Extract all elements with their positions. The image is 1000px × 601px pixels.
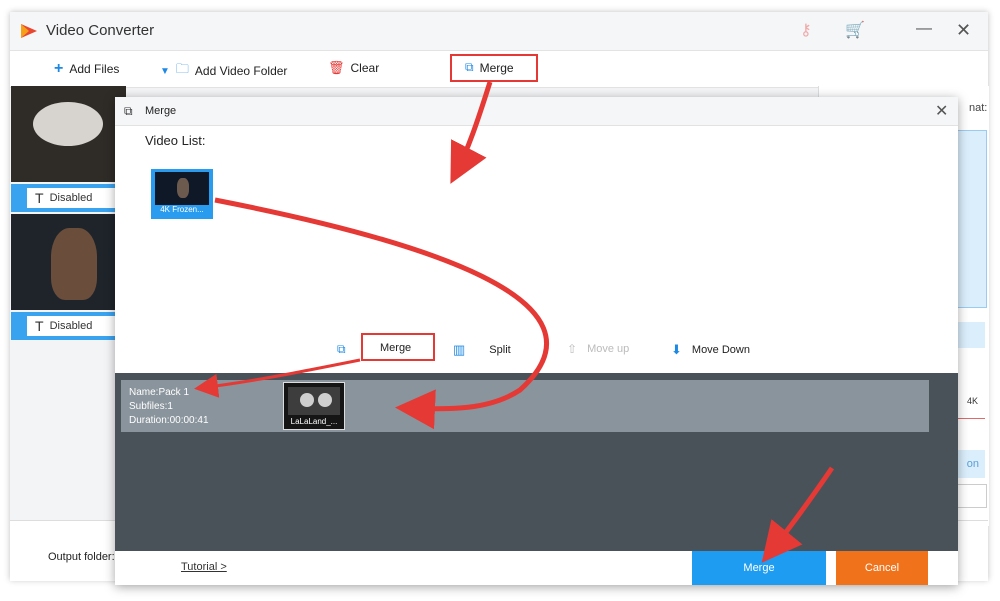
- move-up-button[interactable]: ⇧ Move up: [567, 342, 629, 356]
- dialog-title-bar: ⧉ Merge ✕: [115, 97, 958, 126]
- add-video-folder-button[interactable]: ▼ 🗀 Add Video Folder: [160, 60, 287, 82]
- trash-icon: 🗑: [328, 60, 345, 75]
- merge-icon: ⧉: [124, 104, 133, 118]
- video-thumbnail[interactable]: [11, 86, 126, 182]
- add-files-label: Add Files: [69, 62, 120, 76]
- panel-button-label: on: [966, 458, 979, 470]
- plus-icon: +: [54, 60, 64, 77]
- pack-video-thumbnail[interactable]: LaLaLand_...: [283, 382, 345, 430]
- dialog-footer: Tutorial > Merge Cancel: [115, 551, 958, 585]
- text-icon: T: [35, 318, 44, 334]
- close-window-button[interactable]: ✕: [956, 20, 971, 41]
- subtitle-bar: T Disabled: [11, 184, 126, 212]
- thumbnail-image: [288, 387, 340, 415]
- dialog-title: Merge: [145, 105, 177, 117]
- title-bar: Video Converter ⚷ 🛒 — ✕: [10, 12, 988, 50]
- thumbnail-detail: [318, 393, 332, 407]
- chevron-down-icon: ▼: [160, 65, 170, 77]
- subtitle-label: Disabled: [49, 192, 93, 204]
- resolution-label: 4K: [967, 396, 979, 406]
- clear-button[interactable]: 🗑 Clear: [328, 60, 379, 76]
- cart-icon[interactable]: 🛒: [845, 20, 865, 40]
- move-down-icon: ⬇: [671, 342, 682, 357]
- close-icon[interactable]: ✕: [935, 101, 948, 121]
- move-up-icon: ⇧: [567, 342, 578, 356]
- split-label: Split: [489, 344, 511, 356]
- move-up-label: Move up: [587, 343, 630, 355]
- thumbnail-image: [51, 228, 97, 300]
- pack-video-name: LaLaLand_...: [290, 417, 338, 426]
- merge-pack-area: Name:Pack 1 Subfiles:1 Duration:00:00:41…: [115, 373, 958, 551]
- split-button[interactable]: ▥ Split: [453, 342, 511, 358]
- merge-icon[interactable]: ⧉: [337, 342, 346, 357]
- output-folder-label: Output folder:: [48, 551, 115, 563]
- add-video-folder-label: Add Video Folder: [194, 64, 288, 78]
- video-item-thumbnail: [155, 172, 209, 205]
- logo-icon: [21, 24, 37, 38]
- video-list-item[interactable]: 4K Frozen...: [151, 169, 213, 219]
- merge-dialog: ⧉ Merge ✕ Video List: 4K Frozen... ⧉ Mer…: [115, 97, 958, 585]
- pack-subfiles: Subfiles:1: [129, 401, 173, 412]
- pack-name: Name:Pack 1: [129, 387, 190, 398]
- move-down-label: Move Down: [691, 344, 750, 356]
- pack-info: Name:Pack 1 Subfiles:1 Duration:00:00:41: [129, 386, 209, 428]
- merge-pack-row[interactable]: Name:Pack 1 Subfiles:1 Duration:00:00:41…: [121, 380, 929, 432]
- tutorial-link[interactable]: Tutorial >: [181, 561, 227, 573]
- merge-control-highlight: [361, 333, 435, 361]
- thumbnail-image: [177, 178, 189, 198]
- subtitle-label: Disabled: [49, 320, 93, 332]
- thumbnail-image: [33, 102, 103, 146]
- merge-button[interactable]: Merge: [692, 551, 826, 585]
- text-icon: T: [35, 190, 44, 206]
- app-title: Video Converter: [46, 22, 155, 39]
- video-thumbnail[interactable]: [11, 214, 126, 310]
- minimize-button[interactable]: —: [916, 20, 932, 38]
- folder-icon: 🗀: [175, 61, 189, 76]
- subtitle-bar: T Disabled: [11, 312, 126, 340]
- subtitle-select[interactable]: T Disabled: [27, 188, 117, 208]
- subtitle-select[interactable]: T Disabled: [27, 316, 117, 336]
- clear-label: Clear: [350, 61, 380, 75]
- add-files-button[interactable]: + Add Files: [54, 60, 119, 78]
- cancel-button[interactable]: Cancel: [836, 551, 928, 585]
- split-icon: ▥: [453, 342, 466, 357]
- move-down-button[interactable]: ⬇ Move Down: [671, 342, 750, 358]
- pack-duration: Duration:00:00:41: [129, 415, 209, 426]
- key-icon[interactable]: ⚷: [800, 20, 812, 40]
- video-item-name: 4K Frozen...: [160, 205, 204, 214]
- merge-highlight-box: [450, 54, 538, 82]
- thumbnail-detail: [300, 393, 314, 407]
- video-list-label: Video List:: [145, 133, 206, 148]
- format-label: nat:: [969, 102, 988, 114]
